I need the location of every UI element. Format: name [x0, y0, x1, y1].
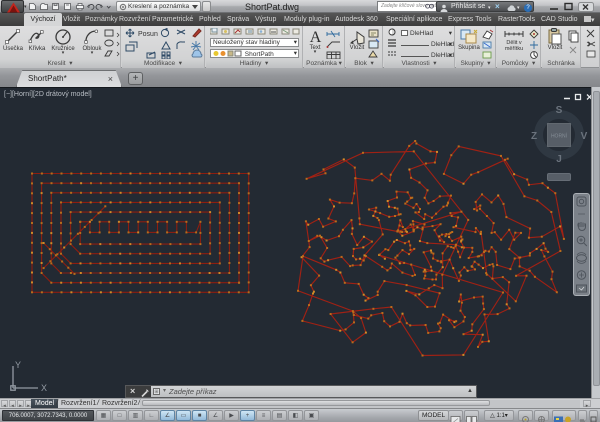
- svg-text:X: X: [41, 383, 47, 391]
- svg-text:Z: Z: [531, 131, 537, 142]
- svg-text:V: V: [581, 131, 588, 142]
- svg-text:HORNÍ: HORNÍ: [551, 133, 568, 140]
- svg-text:Posun: Posun: [138, 31, 158, 38]
- svg-text:J: J: [556, 154, 562, 165]
- svg-text:A: A: [309, 29, 321, 45]
- svg-text:S: S: [556, 105, 563, 116]
- svg-text:Y: Y: [15, 360, 21, 370]
